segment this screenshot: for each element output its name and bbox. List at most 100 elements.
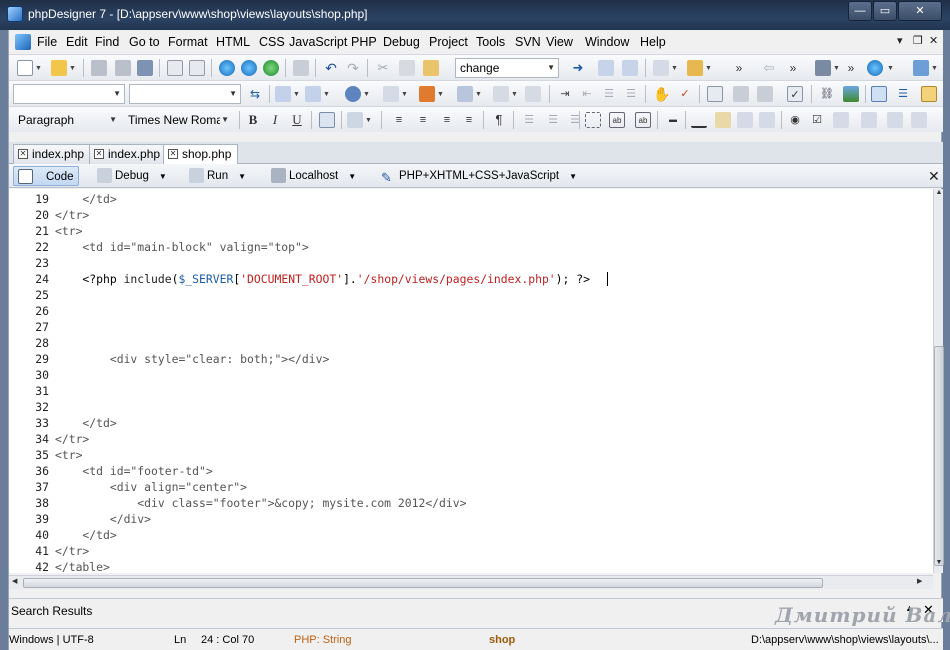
close-tab-icon[interactable]: ✕ bbox=[168, 149, 178, 159]
function-combo[interactable]: ▼ bbox=[129, 84, 241, 104]
maximize-button[interactable]: ▭ bbox=[873, 1, 897, 21]
scroll-left-icon[interactable]: ◀ bbox=[12, 577, 17, 585]
div-icon[interactable] bbox=[585, 112, 601, 128]
table-wizard-icon[interactable] bbox=[305, 86, 321, 102]
scroll-thumb[interactable] bbox=[23, 578, 823, 588]
tab-index-php[interactable]: ✕ index.php bbox=[13, 144, 92, 164]
uncomment-icon[interactable]: ☰ bbox=[623, 86, 639, 102]
button-field-icon[interactable] bbox=[861, 112, 877, 128]
find-next-arrow-icon[interactable]: ➜ bbox=[570, 60, 586, 76]
code-line[interactable]: 30 bbox=[9, 367, 929, 383]
close-file-icon[interactable] bbox=[167, 60, 183, 76]
snippets-icon[interactable] bbox=[687, 60, 703, 76]
outdent-list-icon[interactable]: ☰ bbox=[521, 112, 537, 128]
radio-icon[interactable]: ◉ bbox=[787, 112, 803, 128]
class-combo[interactable]: ▼ bbox=[13, 84, 125, 104]
menu-format[interactable]: Format bbox=[168, 35, 208, 49]
chevron-down-icon[interactable]: ▼ bbox=[931, 65, 938, 72]
menu-file[interactable]: File bbox=[37, 35, 57, 49]
new-file-icon[interactable] bbox=[17, 60, 33, 76]
disabled-icon[interactable] bbox=[757, 86, 773, 102]
debug-step-icon[interactable] bbox=[525, 86, 541, 102]
overflow-chevron-icon[interactable]: » bbox=[731, 60, 747, 76]
italic-button[interactable]: I bbox=[267, 112, 283, 128]
browser-globe-icon[interactable] bbox=[867, 60, 883, 76]
validate-icon[interactable] bbox=[457, 86, 473, 102]
menu-html[interactable]: HTML bbox=[216, 35, 250, 49]
scroll-right-icon[interactable]: ▶ bbox=[917, 577, 922, 585]
pilcrow-icon[interactable]: ¶ bbox=[491, 112, 507, 128]
chevron-down-icon[interactable]: ▼ bbox=[671, 65, 678, 72]
menu-debug[interactable]: Debug bbox=[383, 35, 420, 49]
outdent-icon[interactable]: ⇤ bbox=[579, 86, 595, 102]
cut-icon[interactable]: ✂ bbox=[375, 60, 391, 76]
code-line[interactable]: 41 </tr> bbox=[9, 543, 929, 559]
justify-icon[interactable]: ≡ bbox=[461, 112, 477, 128]
refresh-icon[interactable] bbox=[345, 86, 361, 102]
menu-php[interactable]: PHP bbox=[351, 35, 377, 49]
code-line[interactable]: 36 <td id="footer-td"> bbox=[9, 463, 929, 479]
code-line[interactable]: 34 </tr> bbox=[9, 431, 929, 447]
chevron-down-icon[interactable]: ▼ bbox=[705, 65, 712, 72]
close-panel-icon[interactable]: ✕ bbox=[928, 168, 940, 185]
code-line[interactable]: 39 </div> bbox=[9, 511, 929, 527]
align-left-icon[interactable]: ≡ bbox=[391, 112, 407, 128]
fieldset-icon[interactable] bbox=[911, 112, 927, 128]
text-field-icon[interactable]: ab bbox=[609, 112, 625, 128]
print-icon[interactable] bbox=[293, 60, 309, 76]
anchor-icon[interactable] bbox=[737, 112, 753, 128]
close-tab-icon[interactable]: ✕ bbox=[18, 149, 28, 159]
language-button[interactable]: ✎ PHP+XHTML+CSS+JavaScript ▼ bbox=[377, 166, 577, 186]
chevron-down-icon[interactable]: ▼ bbox=[833, 65, 840, 72]
code-mode-button[interactable]: Code bbox=[13, 166, 79, 186]
mdi-minimize-button[interactable]: ▾ bbox=[897, 34, 903, 47]
code-line[interactable]: 24 <?php include($_SERVER['DOCUMENT_ROOT… bbox=[9, 271, 929, 287]
close-button[interactable]: ✕ bbox=[898, 1, 942, 21]
chevron-down-icon[interactable]: ▼ bbox=[323, 91, 330, 98]
menu-edit[interactable]: Edit bbox=[66, 35, 88, 49]
hidden-field-icon[interactable] bbox=[887, 112, 903, 128]
grid-icon[interactable] bbox=[347, 112, 363, 128]
code-line[interactable]: 37 <div align="center"> bbox=[9, 479, 929, 495]
image-icon[interactable] bbox=[843, 86, 859, 102]
plugins-icon[interactable] bbox=[815, 60, 831, 76]
code-line[interactable]: 21 <tr> bbox=[9, 223, 929, 239]
hr-icon[interactable]: ▬ bbox=[665, 112, 681, 128]
undo-icon[interactable]: ↶ bbox=[323, 60, 339, 76]
checkbox-icon[interactable]: ✓ bbox=[787, 86, 803, 102]
menu-find[interactable]: Find bbox=[95, 35, 119, 49]
paragraph-combo[interactable]: Paragraph ▼ bbox=[13, 110, 121, 130]
code-line[interactable]: 23 bbox=[9, 255, 929, 271]
menu-window[interactable]: Window bbox=[585, 35, 629, 49]
tab-index-php-2[interactable]: ✕ index.php bbox=[89, 144, 168, 164]
chevron-down-icon[interactable]: ▼ bbox=[69, 65, 76, 72]
form-icon[interactable] bbox=[275, 86, 291, 102]
menu-svn[interactable]: SVN bbox=[515, 35, 541, 49]
code-line[interactable]: 28 bbox=[9, 335, 929, 351]
code-editor[interactable]: 19 </td> 20 </tr> 21 <tr> 22 <td id="main-blo… bbox=[9, 189, 933, 573]
preview-browser-icon[interactable] bbox=[241, 60, 257, 76]
indent-list-icon[interactable]: ☰ bbox=[545, 112, 561, 128]
menu-tools[interactable]: Tools bbox=[476, 35, 505, 49]
save-icon[interactable] bbox=[91, 60, 107, 76]
hand-icon[interactable]: ✋ bbox=[653, 86, 670, 102]
chevron-down-icon[interactable]: ▼ bbox=[475, 91, 482, 98]
bold-button[interactable]: B bbox=[245, 112, 261, 128]
encoding-status[interactable]: Windows | UTF-8 bbox=[9, 634, 94, 646]
chevron-down-icon[interactable]: ▼ bbox=[511, 91, 518, 98]
code-line[interactable]: 25 bbox=[9, 287, 929, 303]
code-line[interactable]: 27 bbox=[9, 319, 929, 335]
chevron-down-icon[interactable]: ▼ bbox=[887, 65, 894, 72]
find-icon[interactable] bbox=[598, 60, 614, 76]
chevron-down-icon[interactable]: ▼ bbox=[35, 65, 42, 72]
bookmark-icon[interactable] bbox=[653, 60, 669, 76]
code-line[interactable]: 32 bbox=[9, 399, 929, 415]
table-icon[interactable] bbox=[871, 86, 887, 102]
code-line[interactable]: 42 </table> bbox=[9, 559, 929, 573]
mdi-restore-button[interactable]: ❐ bbox=[913, 34, 923, 47]
redo-icon[interactable]: ↷ bbox=[345, 60, 361, 76]
chevron-down-icon[interactable]: ▼ bbox=[363, 91, 370, 98]
scroll-up-icon[interactable]: ▲ bbox=[934, 189, 944, 201]
highlight-icon[interactable] bbox=[419, 86, 435, 102]
menu-help[interactable]: Help bbox=[640, 35, 666, 49]
